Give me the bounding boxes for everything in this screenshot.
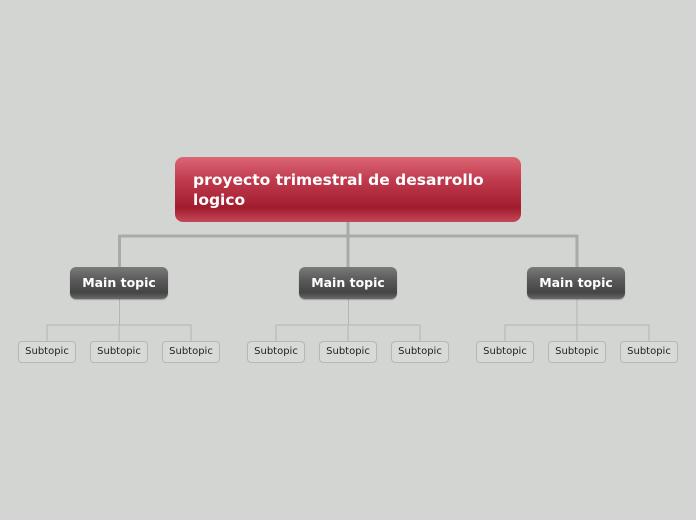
subtopic-3-2[interactable]: Subtopic [548,341,606,363]
subtopic-1-2[interactable]: Subtopic [90,341,148,363]
main-topic-1[interactable]: Main topic [70,267,168,299]
subtopic-2-3[interactable]: Subtopic [391,341,449,363]
connector-main2-subs [275,299,421,341]
subtopic-2-2[interactable]: Subtopic [319,341,377,363]
connector-lines [46,222,650,341]
subtopic-2-1[interactable]: Subtopic [247,341,305,363]
connector-main1-subs [46,299,192,341]
subtopic-1-1[interactable]: Subtopic [18,341,76,363]
subtopic-3-1[interactable]: Subtopic [476,341,534,363]
main-topic-3[interactable]: Main topic [527,267,625,299]
connector-central-to-mains [118,222,579,267]
main-topic-2[interactable]: Main topic [299,267,397,299]
subtopic-3-3[interactable]: Subtopic [620,341,678,363]
subtopic-1-3[interactable]: Subtopic [162,341,220,363]
central-topic[interactable]: proyecto trimestral de desarrollo logico [175,157,521,222]
connector-main3-subs [504,299,650,341]
